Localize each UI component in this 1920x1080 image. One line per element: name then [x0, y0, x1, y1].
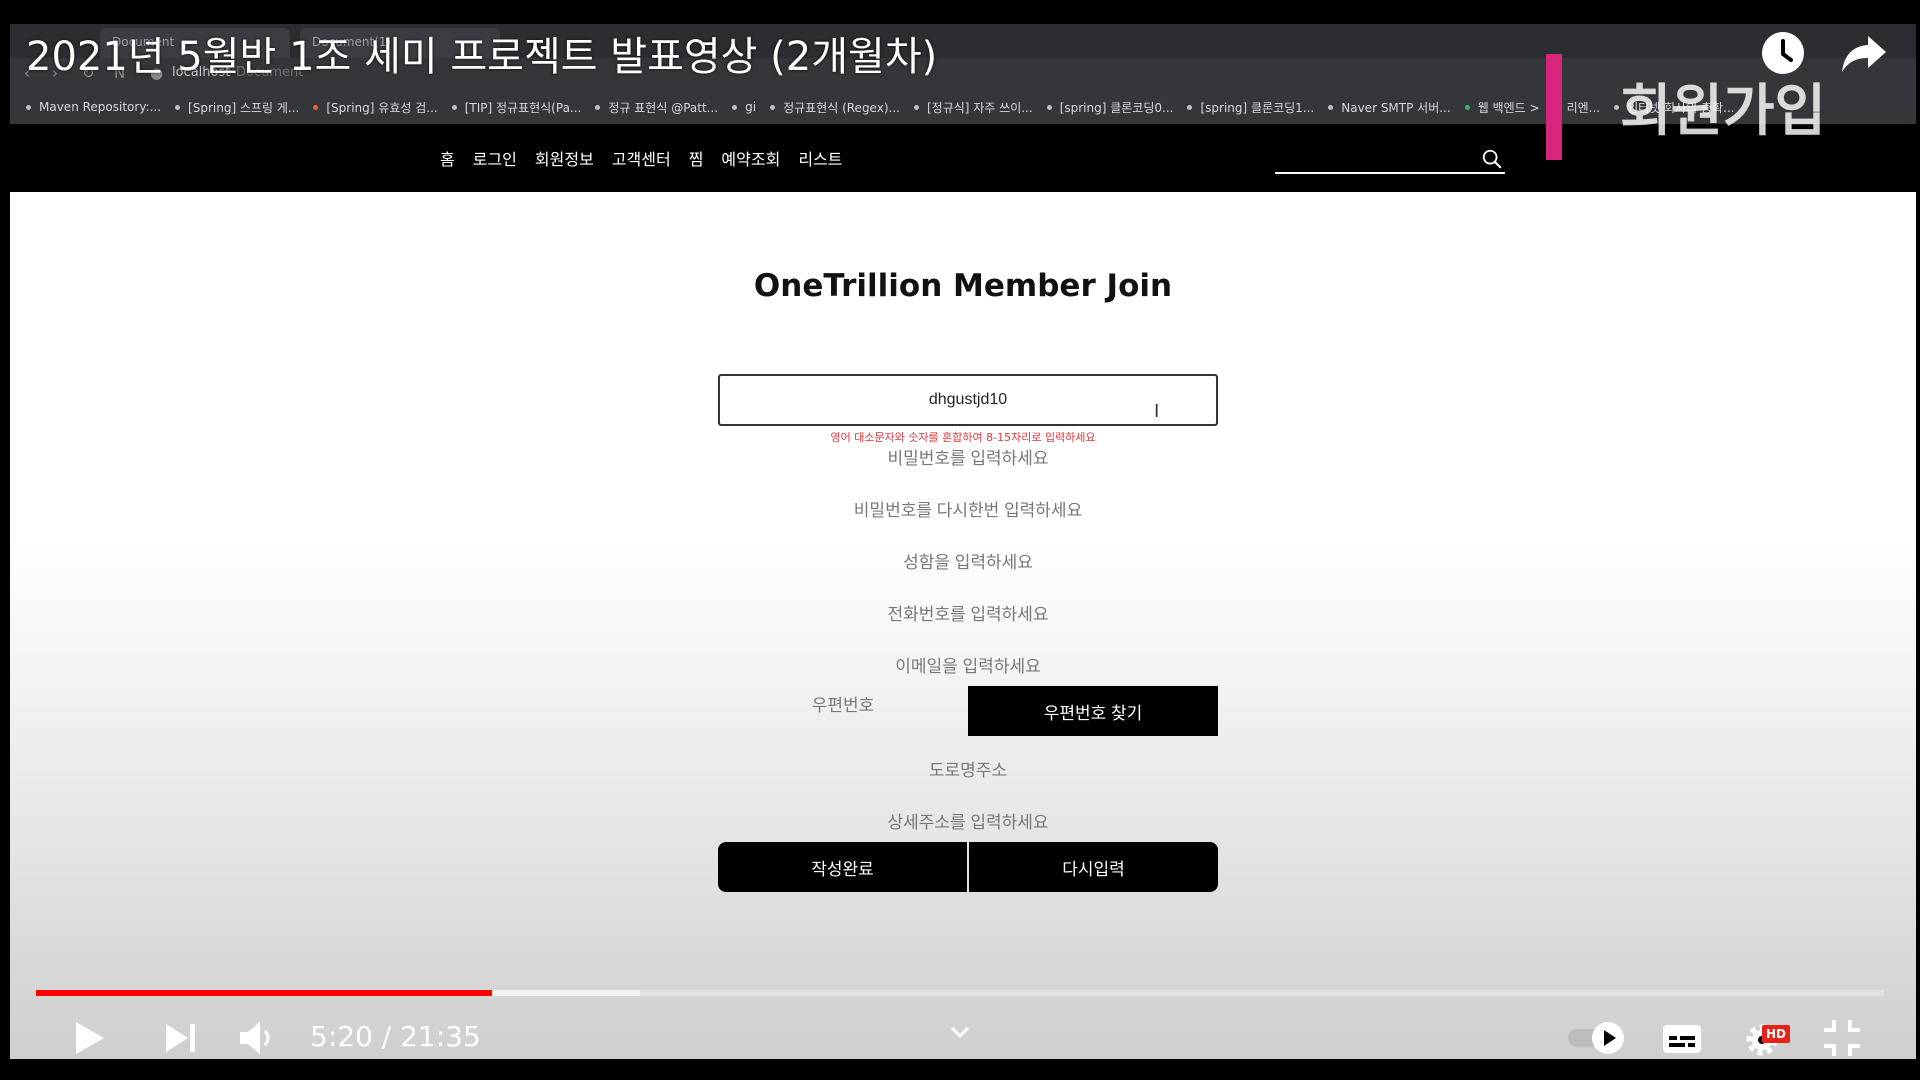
bookmark-icon	[26, 104, 31, 110]
progress-bar[interactable]	[36, 990, 1884, 996]
text-cursor-icon: I	[1154, 401, 1160, 422]
share-icon[interactable]	[1840, 30, 1888, 76]
bookmark-item[interactable]: [spring] 클론코딩0...	[1046, 99, 1174, 116]
bookmark-icon	[451, 104, 457, 110]
bookmark-icon	[770, 104, 776, 110]
road-address-input[interactable]	[718, 751, 1218, 791]
chevron-down-icon[interactable]	[938, 1018, 982, 1050]
search-input[interactable]	[1275, 146, 1475, 170]
bookmark-icon	[1046, 104, 1052, 110]
menu-item-reservation[interactable]: 예약조회	[721, 146, 780, 170]
id-field-box	[718, 374, 1218, 426]
password-confirm-input[interactable]	[718, 491, 1218, 531]
bookmark-item[interactable]: [TIP] 정규표현식(Pa...	[451, 99, 582, 116]
bookmark-item[interactable]: Naver SMTP 서버...	[1328, 99, 1451, 116]
menu-item-list[interactable]: 리스트	[798, 146, 842, 170]
bookmark-label: [TIP] 정규표현식(Pa...	[464, 100, 582, 115]
search-icon[interactable]	[1481, 148, 1503, 170]
time-display: 5:20 / 21:35	[310, 1020, 481, 1053]
bookmark-icon	[1614, 104, 1620, 110]
bookmark-item[interactable]: [정규식] 자주 쓰이...	[913, 99, 1033, 116]
bookmark-icon	[732, 104, 738, 110]
next-icon[interactable]	[158, 1016, 202, 1060]
bookmark-label: Maven Repository:...	[39, 100, 162, 114]
bookmark-item[interactable]: [Spring] 유효성 검...	[313, 99, 438, 116]
menu-item-member-info[interactable]: 회원정보	[535, 146, 594, 170]
bookmark-label: [spring] 클론코딩0...	[1059, 100, 1174, 115]
exit-fullscreen-icon[interactable]	[1820, 1016, 1864, 1060]
bookmark-label: 정규 표현식 @Patt...	[608, 100, 719, 115]
phone-input[interactable]	[718, 595, 1218, 635]
bookmark-icon	[1328, 104, 1334, 110]
bookmark-item[interactable]: Maven Repository:...	[26, 100, 161, 114]
bookmark-label: [Spring] 스프링 게...	[188, 100, 300, 115]
bookmark-item[interactable]: [Spring] 스프링 게...	[175, 99, 299, 116]
bookmark-icon	[913, 104, 919, 110]
id-input[interactable]	[720, 376, 1216, 424]
find-zip-code-button[interactable]: 우편번호 찾기	[968, 686, 1218, 736]
reset-button[interactable]: 다시입력	[969, 842, 1218, 892]
bookmark-label: 리엔...	[1566, 100, 1601, 115]
bookmark-label: [Spring] 유효성 검...	[326, 100, 438, 115]
video-frame: Document Document(1) ‹ › ↻ N ● localhost…	[10, 24, 1916, 1059]
menu-item-home[interactable]: 홈	[440, 146, 455, 170]
bookmark-icon	[1187, 104, 1193, 110]
bookmark-item[interactable]: 정규표현식 (Regex)...	[770, 99, 900, 116]
subtitles-icon[interactable]	[1660, 1016, 1704, 1060]
progress-played	[36, 990, 493, 996]
video-caption-overlay: 회원가입	[1620, 79, 1827, 144]
name-input[interactable]	[718, 543, 1218, 583]
menu-item-customer-center[interactable]: 고객센터	[612, 146, 671, 170]
zip-code-input[interactable]	[718, 686, 968, 726]
autoplay-toggle-icon[interactable]	[1566, 1016, 1632, 1060]
bookmark-item[interactable]: [spring] 클론코딩1...	[1187, 99, 1314, 116]
video-player[interactable]: Document Document(1) ‹ › ↻ N ● localhost…	[0, 0, 1920, 1080]
join-page: OneTrillion Member Join I 영어 대소문자와 숫자를 혼…	[10, 192, 1916, 1059]
bookmark-label: gi	[745, 100, 757, 114]
bookmark-icon	[313, 104, 319, 110]
submit-button[interactable]: 작성완료	[718, 842, 967, 892]
bookmark-item[interactable]: 웹 백엔드 >	[1464, 99, 1540, 116]
bookmark-label: [spring] 클론코딩1...	[1200, 100, 1315, 115]
menu-item-login[interactable]: 로그인	[473, 146, 517, 170]
bookmark-label: [정규식] 자주 쓰이...	[926, 100, 1033, 115]
page-title: OneTrillion Member Join	[753, 268, 1173, 304]
watch-later-icon[interactable]	[1760, 30, 1806, 76]
site-search	[1275, 146, 1505, 174]
bookmark-label: 웹 백엔드 >	[1477, 100, 1540, 115]
email-input[interactable]	[718, 647, 1218, 687]
bookmark-icon	[1464, 104, 1470, 110]
bookmark-label: 정규표현식 (Regex)...	[783, 100, 900, 115]
password-input[interactable]	[718, 439, 1218, 479]
bookmark-item[interactable]: 정규 표현식 @Patt...	[595, 99, 718, 116]
detail-address-input[interactable]	[718, 803, 1218, 843]
menu-item-wishlist[interactable]: 찜	[689, 146, 704, 170]
decorative-bar	[1546, 54, 1562, 160]
hd-badge: HD	[1762, 1025, 1791, 1043]
bookmark-label: Naver SMTP 서버...	[1341, 100, 1451, 115]
play-icon[interactable]	[66, 1016, 110, 1060]
bookmark-item[interactable]: gi	[732, 100, 756, 114]
bookmark-icon	[175, 104, 181, 110]
video-title[interactable]: 2021년 5월반 1조 세미 프로젝트 발표영상 (2개월차)	[26, 24, 937, 82]
volume-icon[interactable]	[234, 1016, 278, 1060]
main-menu: 홈 로그인 회원정보 고객센터 찜 예약조회 리스트	[440, 124, 842, 192]
bookmark-icon	[595, 104, 601, 110]
